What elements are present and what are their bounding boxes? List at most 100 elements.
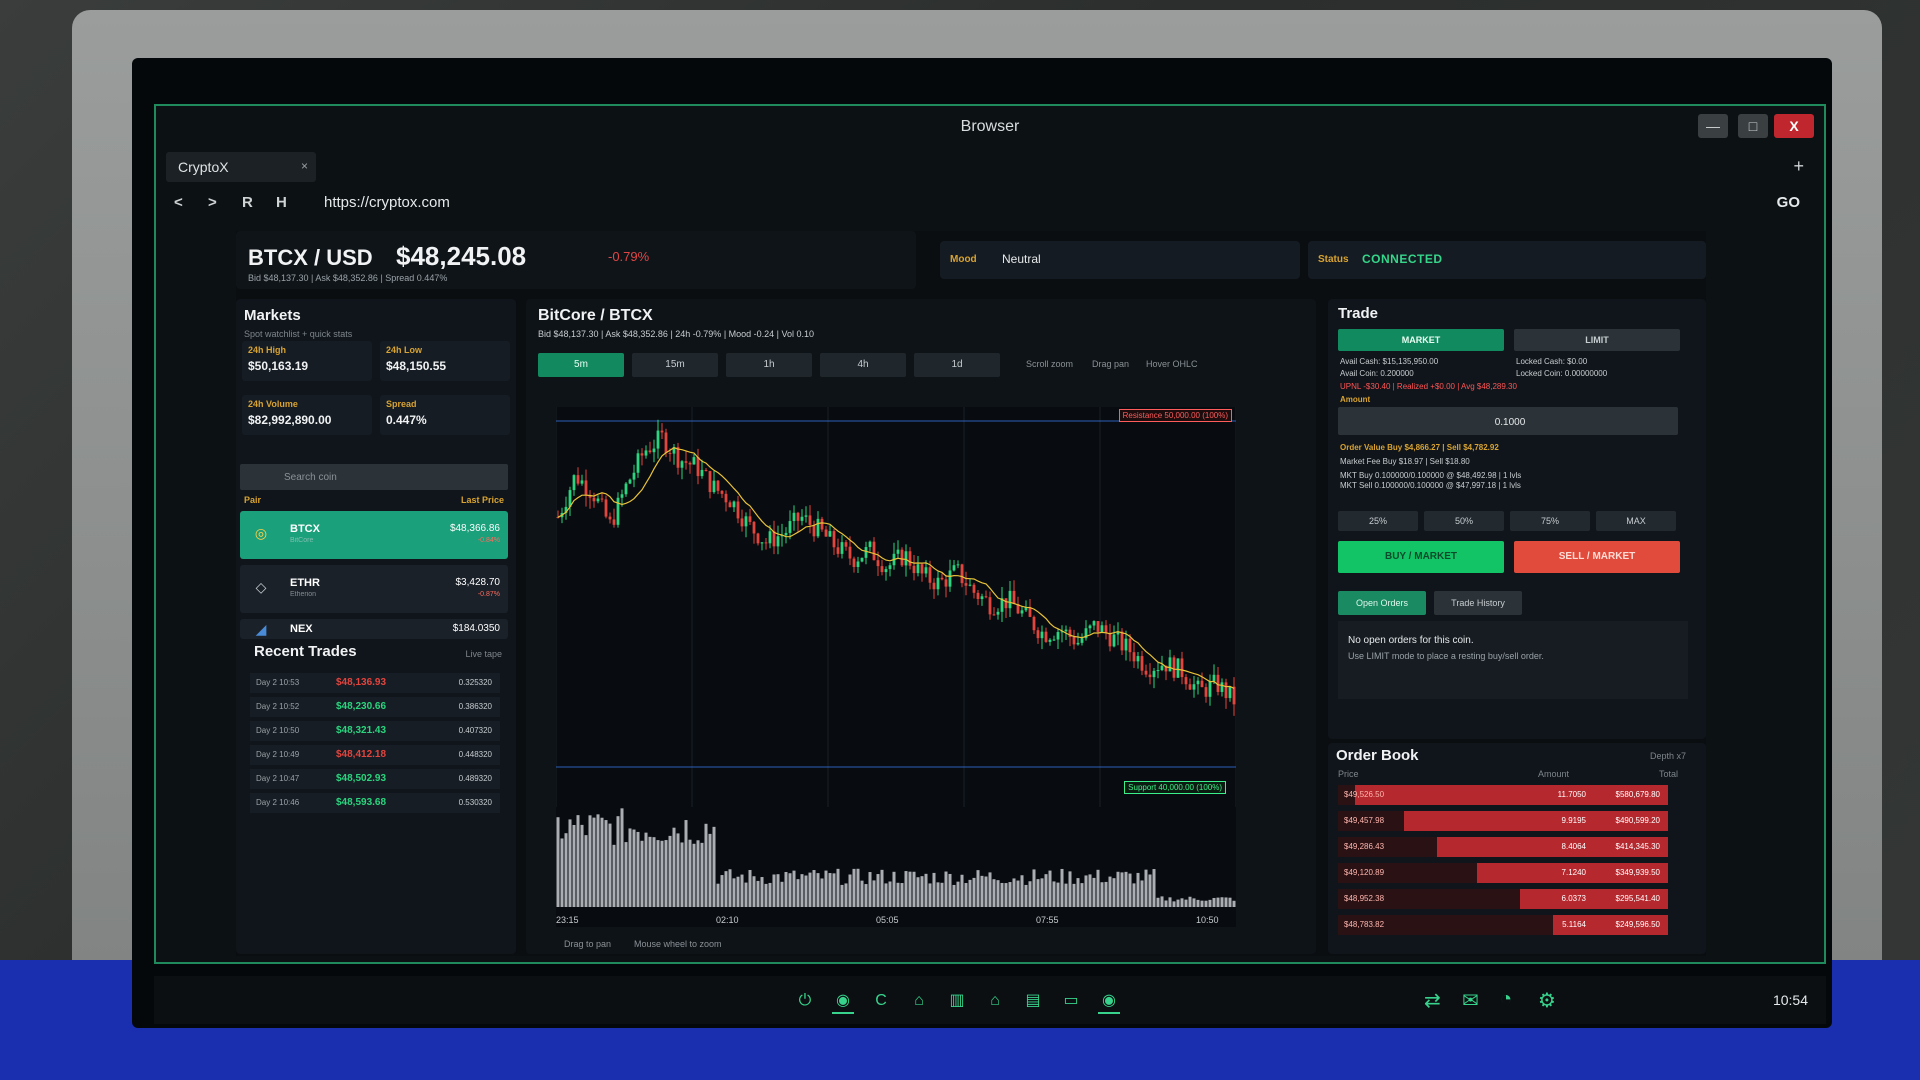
coin-row-nex[interactable]: ◢ NEX $184.0350 bbox=[240, 619, 508, 639]
maximize-button[interactable]: □ bbox=[1738, 114, 1768, 138]
volume-bar bbox=[600, 817, 604, 907]
globe-icon[interactable]: ◉ bbox=[832, 990, 854, 1014]
pct-max-button[interactable]: MAX bbox=[1596, 511, 1676, 531]
candle-body bbox=[1104, 625, 1108, 634]
clipboard-icon[interactable]: ▤ bbox=[1022, 990, 1044, 1012]
chart-icon[interactable]: ▥ bbox=[946, 990, 968, 1012]
coin-row-ethr[interactable]: ◇ ETHR Etherion $3,428.70 -0.87% bbox=[240, 565, 508, 613]
book-amount: 6.0373 bbox=[1561, 894, 1586, 903]
timeframe-15m[interactable]: 15m bbox=[632, 353, 718, 377]
go-button[interactable]: GO bbox=[1777, 194, 1800, 211]
buy-market-button[interactable]: BUY / MARKET bbox=[1338, 541, 1504, 573]
pct-50-button[interactable]: 50% bbox=[1424, 511, 1504, 531]
candle-body bbox=[1088, 625, 1092, 629]
market-mode-button[interactable]: MARKET bbox=[1338, 329, 1504, 351]
volume-bar bbox=[860, 880, 864, 907]
price-chart[interactable]: Resistance 50,000.00 (100%) Support 40,0… bbox=[556, 407, 1236, 927]
col-total: Total bbox=[1658, 769, 1678, 779]
candle-body bbox=[1048, 639, 1052, 642]
support-label: Support 40,000.00 (100%) bbox=[1124, 781, 1226, 794]
limit-mode-button[interactable]: LIMIT bbox=[1514, 329, 1680, 351]
volume-bar bbox=[636, 831, 640, 907]
url-field[interactable]: https://cryptox.com bbox=[324, 194, 450, 211]
home-icon[interactable]: ⌂ bbox=[984, 990, 1006, 1012]
back-button[interactable]: < bbox=[174, 194, 183, 211]
trade-time: Day 2 10:47 bbox=[256, 774, 300, 783]
volume-bar bbox=[1072, 883, 1076, 907]
volume-bar bbox=[648, 836, 652, 907]
folder-icon[interactable]: ▭ bbox=[1060, 990, 1082, 1012]
volume-bar bbox=[788, 873, 792, 907]
volume-bar bbox=[988, 872, 992, 907]
chart-subline: Bid $48,137.30 | Ask $48,352.86 | 24h -0… bbox=[538, 329, 815, 339]
volume-bar bbox=[1160, 896, 1164, 907]
volume-bar bbox=[824, 870, 828, 907]
pct-25-button[interactable]: 25% bbox=[1338, 511, 1418, 531]
timeframe-1d[interactable]: 1d bbox=[914, 353, 1000, 377]
timeframe-5m[interactable]: 5m bbox=[538, 353, 624, 377]
candle-body bbox=[700, 469, 704, 477]
translate-icon[interactable]: ⇄ bbox=[1424, 988, 1441, 1013]
bank-icon[interactable]: ⌂ bbox=[908, 990, 930, 1012]
amount-input[interactable] bbox=[1338, 407, 1682, 437]
order-book-row[interactable]: $49,526.50 11.7050 $580,679.80 bbox=[1338, 785, 1668, 805]
order-book-row[interactable]: $48,783.82 5.1164 $249,596.50 bbox=[1338, 915, 1668, 935]
book-amount: 11.7050 bbox=[1557, 790, 1586, 799]
close-button[interactable]: X bbox=[1774, 114, 1814, 138]
sell-market-button[interactable]: SELL / MARKET bbox=[1514, 541, 1680, 573]
new-tab-button[interactable]: + bbox=[1793, 156, 1804, 177]
candle-body bbox=[900, 549, 904, 566]
volume-bar bbox=[928, 883, 932, 907]
tab-open-orders[interactable]: Open Orders bbox=[1338, 591, 1426, 615]
recent-trades-title: Recent Trades bbox=[254, 643, 357, 660]
mood-card: Mood Neutral bbox=[940, 241, 1300, 279]
timeframe-1h[interactable]: 1h bbox=[726, 353, 812, 377]
minimize-button[interactable]: — bbox=[1698, 114, 1728, 138]
chart-title: BitCore / BTCX bbox=[538, 307, 653, 324]
candle-body bbox=[844, 542, 848, 547]
tab-cryptox[interactable]: CryptoX × bbox=[166, 152, 316, 182]
candlestick-chart[interactable] bbox=[556, 407, 1236, 927]
refresh-icon[interactable]: C bbox=[870, 990, 892, 1012]
settings-gear-icon[interactable]: ⚙ bbox=[1538, 988, 1556, 1013]
candle-body bbox=[936, 577, 940, 590]
home-button[interactable]: H bbox=[276, 194, 287, 211]
candle-body bbox=[1196, 680, 1200, 685]
pct-75-button[interactable]: 75% bbox=[1510, 511, 1590, 531]
coin-row-btcx[interactable]: ◎ BTCX BitCore $48,366.86 -0.84% bbox=[240, 511, 508, 559]
trade-amount: 0.489320 bbox=[458, 774, 492, 783]
volume-bar bbox=[780, 881, 784, 907]
volume-bar bbox=[792, 870, 796, 907]
order-book-row[interactable]: $48,952.38 6.0373 $295,541.40 bbox=[1338, 889, 1668, 909]
timeframe-4h[interactable]: 4h bbox=[820, 353, 906, 377]
window-titlebar[interactable]: Browser — □ X bbox=[156, 106, 1824, 148]
wifi-icon[interactable]: ◔ bbox=[1500, 988, 1512, 1011]
volume-bar bbox=[856, 868, 860, 907]
trade-amount: 0.448320 bbox=[458, 750, 492, 759]
forward-button[interactable]: > bbox=[208, 194, 217, 211]
candle-body bbox=[640, 453, 644, 456]
nav-bar: < > R H https://cryptox.com GO bbox=[156, 186, 1824, 222]
volume-bar bbox=[1024, 884, 1028, 907]
volume-bar bbox=[1096, 869, 1100, 907]
reload-button[interactable]: R bbox=[242, 194, 253, 211]
volume-bar bbox=[640, 840, 644, 907]
avail-cash: Avail Cash: $15,135,950.00 bbox=[1340, 357, 1439, 366]
tab-close-icon[interactable]: × bbox=[301, 159, 308, 173]
volume-bar bbox=[720, 875, 724, 907]
tab-trade-history[interactable]: Trade History bbox=[1434, 591, 1522, 615]
candle-body bbox=[884, 569, 888, 573]
search-input[interactable] bbox=[240, 464, 508, 490]
candle-body bbox=[1184, 677, 1188, 685]
order-book-row[interactable]: $49,120.89 7.1240 $349,939.50 bbox=[1338, 863, 1668, 883]
network-icon[interactable]: ◉ bbox=[1098, 990, 1120, 1014]
volume-bar bbox=[1136, 872, 1140, 907]
volume-bar bbox=[704, 823, 708, 907]
order-book-row[interactable]: $49,457.98 9.9195 $490,599.20 bbox=[1338, 811, 1668, 831]
power-icon[interactable]: ⏻ bbox=[794, 990, 816, 1012]
candle-body bbox=[912, 565, 916, 574]
volume-bar bbox=[576, 815, 580, 907]
order-book-row[interactable]: $49,286.43 8.4064 $414,345.30 bbox=[1338, 837, 1668, 857]
mail-icon[interactable]: ✉ bbox=[1462, 988, 1479, 1013]
candle-body bbox=[1160, 665, 1164, 671]
